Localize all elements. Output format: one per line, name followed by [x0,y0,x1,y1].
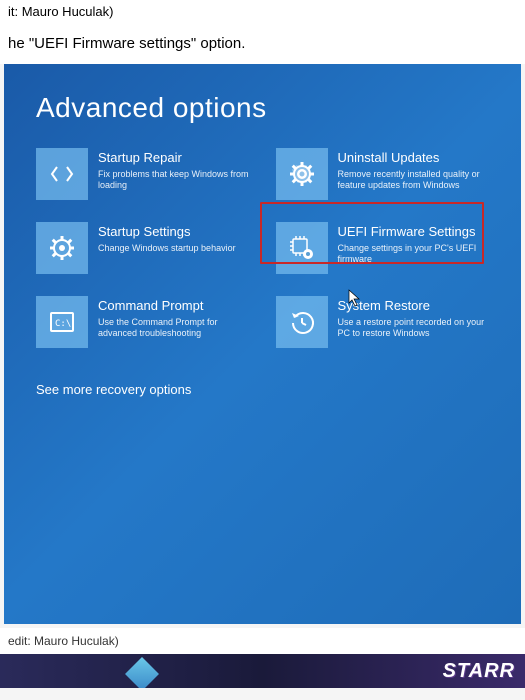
article-instruction: he "UEFI Firmware settings" option. [0,23,525,64]
tile-desc: Use the Command Prompt for advanced trou… [98,317,250,340]
ad-banner[interactable]: STARR [0,654,525,688]
tile-title: Startup Settings [98,224,250,240]
tile-desc: Use a restore point recorded on your PC … [338,317,490,340]
tile-startup-settings[interactable]: Startup Settings Change Windows startup … [36,222,250,274]
restore-clock-icon [276,296,328,348]
article-credit-bottom: edit: Mauro Huculak) [0,628,525,654]
tile-title: Uninstall Updates [338,150,490,166]
tile-desc: Change settings in your PC's UEFI firmwa… [338,243,490,266]
tile-desc: Change Windows startup behavior [98,243,250,255]
tile-command-prompt[interactable]: C:\ Command Prompt Use the Command Promp… [36,296,250,348]
code-brackets-icon [36,148,88,200]
gear-icon [36,222,88,274]
tile-title: System Restore [338,298,490,314]
tile-title: Startup Repair [98,150,250,166]
tile-uninstall-updates[interactable]: Uninstall Updates Remove recently instal… [276,148,490,200]
tile-uefi-firmware-settings[interactable]: UEFI Firmware Settings Change settings i… [276,222,490,274]
svg-text:C:\: C:\ [55,319,71,329]
tiles-grid: Startup Repair Fix problems that keep Wi… [36,148,489,348]
tile-title: UEFI Firmware Settings [338,224,490,240]
tile-desc: Remove recently installed quality or fea… [338,169,490,192]
see-more-recovery-options-link[interactable]: See more recovery options [36,382,489,397]
tile-desc: Fix problems that keep Windows from load… [98,169,250,192]
tile-system-restore[interactable]: System Restore Use a restore point recor… [276,296,490,348]
tile-title: Command Prompt [98,298,250,314]
banner-text: STARR [443,660,515,683]
terminal-icon: C:\ [36,296,88,348]
gear-icon [276,148,328,200]
tile-startup-repair[interactable]: Startup Repair Fix problems that keep Wi… [36,148,250,200]
gem-icon [125,657,159,688]
article-credit-top: it: Mauro Huculak) [0,0,525,23]
chip-gear-icon [276,222,328,274]
page-title: Advanced options [36,92,489,124]
winre-advanced-options-screen: Advanced options Startup Repair Fix prob… [4,64,521,624]
